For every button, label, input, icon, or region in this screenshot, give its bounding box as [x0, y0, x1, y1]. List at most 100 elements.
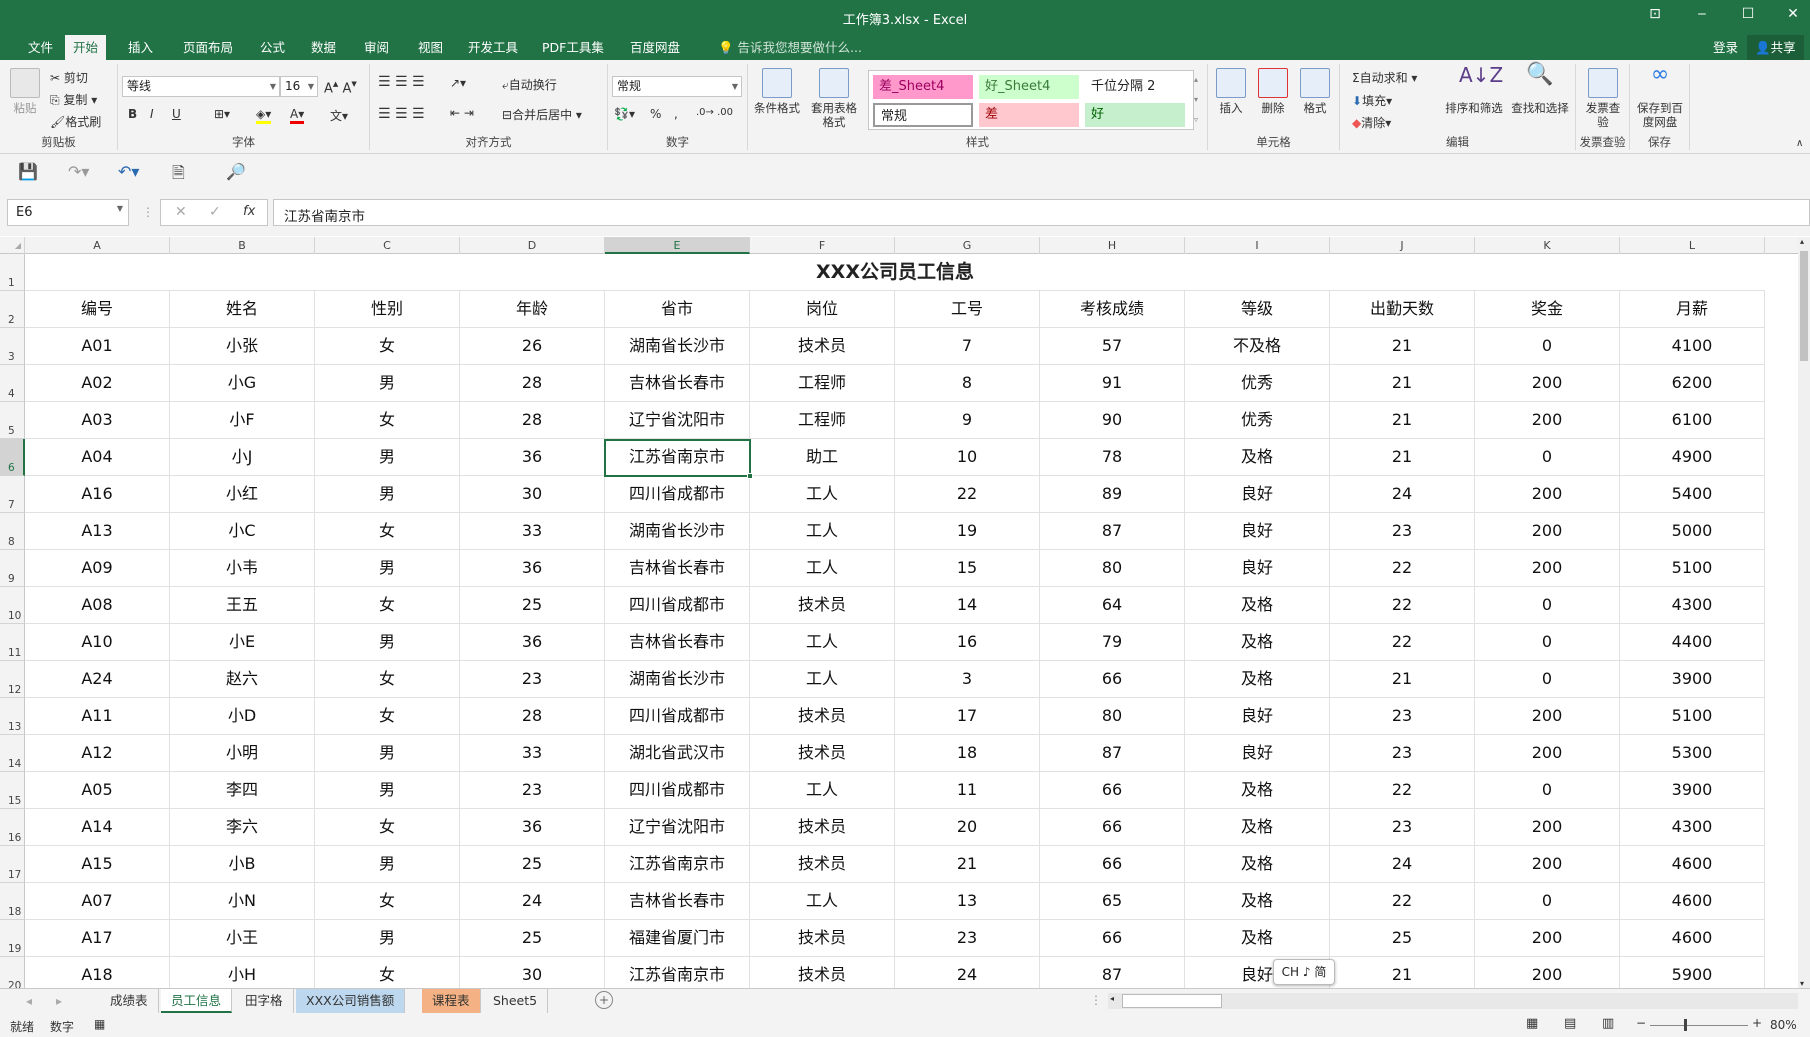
- phonetic-icon[interactable]: 文▾: [330, 107, 348, 124]
- data-cell[interactable]: 不及格: [1185, 328, 1330, 365]
- data-cell[interactable]: 女: [315, 883, 460, 920]
- data-cell[interactable]: 21: [1330, 365, 1475, 402]
- data-cell[interactable]: 28: [460, 698, 605, 735]
- data-cell[interactable]: A05: [25, 772, 170, 809]
- column-header-C[interactable]: C: [315, 237, 460, 254]
- data-cell[interactable]: 15: [895, 550, 1040, 587]
- cell-style[interactable]: 好_Sheet4: [979, 75, 1079, 99]
- data-cell[interactable]: 工人: [750, 661, 895, 698]
- data-cell[interactable]: 湖北省武汉市: [605, 735, 750, 772]
- row-header-13[interactable]: 13: [0, 698, 25, 735]
- prev-sheet-icon[interactable]: ◂: [26, 994, 32, 1008]
- menu-tab-9[interactable]: PDF工具集: [534, 35, 612, 60]
- data-cell[interactable]: 工人: [750, 550, 895, 587]
- data-cell[interactable]: 23: [460, 772, 605, 809]
- data-cell[interactable]: 工人: [750, 624, 895, 661]
- data-cell[interactable]: 200: [1475, 957, 1620, 988]
- data-cell[interactable]: 吉林省长春市: [605, 624, 750, 661]
- data-cell[interactable]: A08: [25, 587, 170, 624]
- data-cell[interactable]: 30: [460, 957, 605, 988]
- row-header-4[interactable]: 4: [0, 365, 25, 402]
- formula-input[interactable]: 江苏省南京市: [273, 199, 1810, 226]
- data-cell[interactable]: 87: [1040, 957, 1185, 988]
- data-cell[interactable]: 64: [1040, 587, 1185, 624]
- data-cell[interactable]: 女: [315, 698, 460, 735]
- redo-icon[interactable]: ↷▾: [68, 162, 89, 181]
- data-cell[interactable]: 男: [315, 550, 460, 587]
- data-cell[interactable]: 小N: [170, 883, 315, 920]
- row-header-10[interactable]: 10: [0, 587, 25, 624]
- minimize-button[interactable]: ‒: [1687, 6, 1717, 28]
- zoom-in-button[interactable]: +: [1752, 1016, 1762, 1030]
- data-cell[interactable]: 技术员: [750, 809, 895, 846]
- data-cell[interactable]: A18: [25, 957, 170, 988]
- data-cell[interactable]: 25: [460, 587, 605, 624]
- data-cell[interactable]: 5100: [1620, 550, 1765, 587]
- data-cell[interactable]: 5000: [1620, 513, 1765, 550]
- data-cell[interactable]: 25: [460, 920, 605, 957]
- accounting-icon[interactable]: 💱▾: [614, 107, 635, 121]
- data-cell[interactable]: 91: [1040, 365, 1185, 402]
- data-cell[interactable]: 28: [460, 402, 605, 439]
- indent-icons[interactable]: ⇤ ⇥: [450, 106, 474, 120]
- data-cell[interactable]: 女: [315, 513, 460, 550]
- column-title-cell[interactable]: 省市: [605, 291, 750, 328]
- data-cell[interactable]: 20: [895, 809, 1040, 846]
- data-cell[interactable]: A17: [25, 920, 170, 957]
- data-cell[interactable]: 良好: [1185, 476, 1330, 513]
- cell-style[interactable]: 差_Sheet4: [873, 75, 973, 99]
- data-cell[interactable]: 33: [460, 735, 605, 772]
- comma-button[interactable]: ,: [674, 107, 678, 121]
- data-cell[interactable]: 87: [1040, 735, 1185, 772]
- row-header-18[interactable]: 18: [0, 883, 25, 920]
- italic-button[interactable]: I: [150, 107, 154, 121]
- data-cell[interactable]: 24: [460, 883, 605, 920]
- column-header-G[interactable]: G: [895, 237, 1040, 254]
- data-cell[interactable]: 女: [315, 661, 460, 698]
- data-cell[interactable]: 良好: [1185, 698, 1330, 735]
- data-cell[interactable]: 87: [1040, 513, 1185, 550]
- data-cell[interactable]: 4300: [1620, 587, 1765, 624]
- zoom-slider-thumb[interactable]: [1684, 1019, 1687, 1031]
- cell-style[interactable]: 常规: [873, 103, 973, 127]
- data-cell[interactable]: 四川省成都市: [605, 698, 750, 735]
- column-header-H[interactable]: H: [1040, 237, 1185, 254]
- cell-style[interactable]: 好: [1085, 103, 1185, 127]
- login-link[interactable]: 登录: [1705, 35, 1746, 60]
- cell-style[interactable]: 差: [979, 103, 1079, 127]
- data-cell[interactable]: 良好: [1185, 550, 1330, 587]
- menu-tab-4[interactable]: 公式: [252, 35, 293, 60]
- row-header-9[interactable]: 9: [0, 550, 25, 587]
- data-cell[interactable]: 79: [1040, 624, 1185, 661]
- enter-icon[interactable]: ✓: [209, 204, 221, 220]
- data-cell[interactable]: 14: [895, 587, 1040, 624]
- undo-icon[interactable]: ↶▾: [118, 162, 139, 181]
- data-cell[interactable]: 0: [1475, 772, 1620, 809]
- table-format-button[interactable]: 套用表格格式: [806, 68, 862, 129]
- vertical-scroll-thumb[interactable]: [1800, 251, 1808, 361]
- merge-center-button[interactable]: ⊟合并后居中 ▾: [502, 106, 582, 123]
- data-cell[interactable]: 23: [460, 661, 605, 698]
- add-sheet-button[interactable]: +: [595, 991, 613, 1009]
- data-cell[interactable]: 吉林省长春市: [605, 550, 750, 587]
- data-cell[interactable]: 200: [1475, 365, 1620, 402]
- data-cell[interactable]: 200: [1475, 476, 1620, 513]
- data-cell[interactable]: 及格: [1185, 846, 1330, 883]
- data-cell[interactable]: 90: [1040, 402, 1185, 439]
- clear-button[interactable]: ◆清除▾: [1352, 114, 1391, 131]
- invoice-check-button[interactable]: 发票查验: [1584, 68, 1622, 129]
- data-cell[interactable]: 四川省成都市: [605, 772, 750, 809]
- insert-cells-button[interactable]: 插入: [1212, 68, 1250, 115]
- data-cell[interactable]: 女: [315, 587, 460, 624]
- data-cell[interactable]: A01: [25, 328, 170, 365]
- data-cell[interactable]: 5100: [1620, 698, 1765, 735]
- data-cell[interactable]: 女: [315, 809, 460, 846]
- column-header-L[interactable]: L: [1620, 237, 1765, 254]
- vertical-align-icons[interactable]: ☰ ☰ ☰: [378, 74, 425, 90]
- data-cell[interactable]: 57: [1040, 328, 1185, 365]
- data-cell[interactable]: 4600: [1620, 920, 1765, 957]
- data-cell[interactable]: 技术员: [750, 328, 895, 365]
- border-icon[interactable]: ⊞▾: [214, 107, 230, 121]
- data-cell[interactable]: 赵六: [170, 661, 315, 698]
- data-cell[interactable]: A16: [25, 476, 170, 513]
